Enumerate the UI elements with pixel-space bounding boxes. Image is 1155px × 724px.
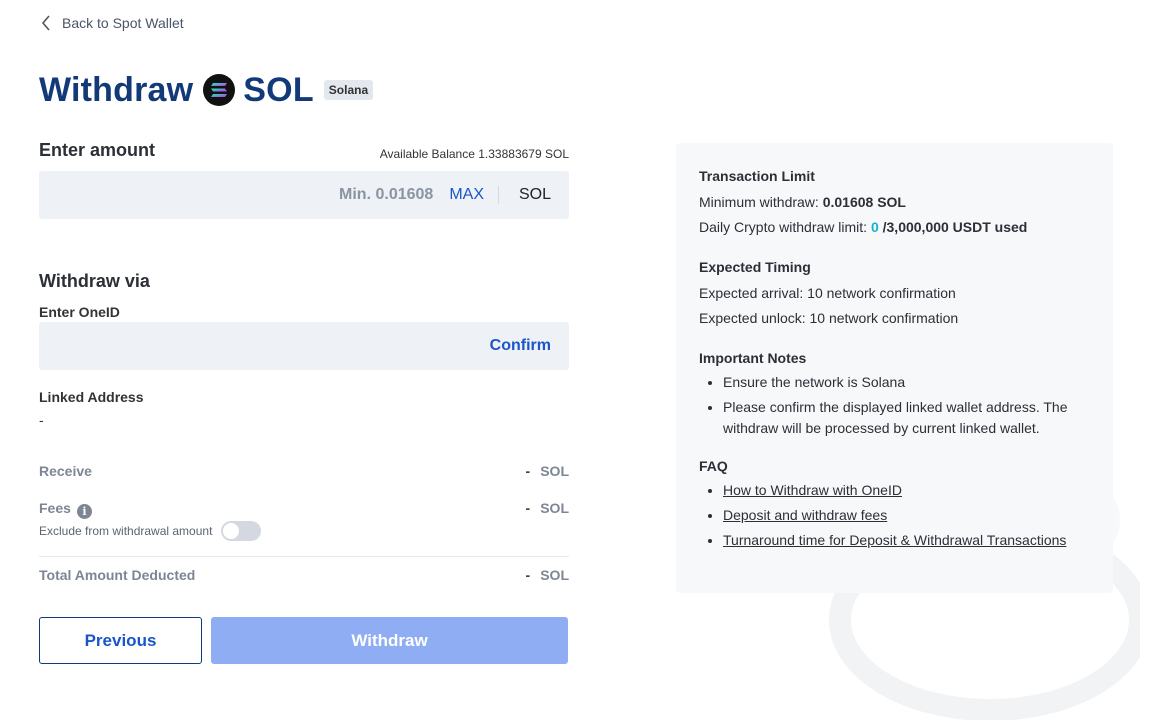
daily-limit: Daily Crypto withdraw limit: 0 /3,000,00… xyxy=(699,215,1090,240)
exclude-fee-label: Exclude from withdrawal amount xyxy=(39,524,213,538)
note-item: Ensure the network is Solana xyxy=(723,372,1090,393)
oneid-label: Enter OneID xyxy=(39,304,120,320)
linked-address-value: - xyxy=(39,412,44,428)
faq-item: Deposit and withdraw fees xyxy=(723,505,1090,526)
expected-timing-section: Expected Timing Expected arrival: 10 net… xyxy=(699,259,1090,331)
faq-section: FAQ How to Withdraw with OneID Deposit a… xyxy=(699,458,1090,551)
expected-arrival: Expected arrival: 10 network confirmatio… xyxy=(699,285,956,301)
receive-amount: - xyxy=(525,463,531,479)
total-amount: - xyxy=(525,567,531,583)
back-label: Back to Spot Wallet xyxy=(62,15,184,31)
min-value: 0.01608 SOL xyxy=(822,194,906,210)
min-label: Minimum withdraw: xyxy=(699,194,819,210)
oneid-field: Confirm xyxy=(39,322,569,370)
withdraw-button[interactable]: Withdraw xyxy=(211,617,568,664)
daily-total: /3,000,000 USDT used xyxy=(882,219,1028,235)
receive-label: Receive xyxy=(39,463,92,479)
faq-item: How to Withdraw with OneID xyxy=(723,480,1090,501)
confirm-button[interactable]: Confirm xyxy=(490,337,551,355)
amount-field: MAX SOL xyxy=(39,171,569,219)
expected-unlock: Expected unlock: 10 network confirmation xyxy=(699,310,959,326)
faq-title: FAQ xyxy=(699,458,728,474)
fees-label-wrap: Fees i xyxy=(39,500,92,519)
total-unit: SOL xyxy=(540,567,569,583)
page-title: Withdraw SOL Solana xyxy=(39,70,374,110)
available-balance: Available Balance 1.33883679 SOL xyxy=(380,147,569,161)
chain-tag: Solana xyxy=(323,80,374,100)
daily-label: Daily Crypto withdraw limit: xyxy=(699,219,868,235)
exclude-fee-row: Exclude from withdrawal amount xyxy=(39,521,262,541)
important-notes-section: Important Notes Ensure the network is So… xyxy=(699,350,1090,439)
faq-link-turnaround[interactable]: Turnaround time for Deposit & Withdrawal… xyxy=(723,532,1066,548)
daily-used: 0 xyxy=(870,219,879,235)
enter-amount-title: Enter amount xyxy=(39,140,156,160)
fees-row: Fees i - SOL xyxy=(39,500,569,519)
available-balance-value: 1.33883679 SOL xyxy=(478,147,569,161)
back-to-spot-wallet-link[interactable]: Back to Spot Wallet xyxy=(40,14,184,32)
divider xyxy=(39,556,569,557)
info-icon[interactable]: i xyxy=(76,504,92,519)
receive-unit: SOL xyxy=(540,463,569,479)
chevron-left-icon xyxy=(41,15,50,31)
faq-item: Turnaround time for Deposit & Withdrawal… xyxy=(723,530,1090,551)
fees-value: - SOL xyxy=(526,500,569,519)
fees-unit: SOL xyxy=(540,500,569,516)
solana-logo-icon xyxy=(203,74,236,106)
title-text: Withdraw xyxy=(39,70,194,109)
transaction-limit-title: Transaction Limit xyxy=(699,168,815,184)
notes-list: Ensure the network is Solana Please conf… xyxy=(699,372,1090,439)
oneid-input[interactable] xyxy=(39,322,490,370)
transaction-limit-section: Transaction Limit Minimum withdraw: 0.01… xyxy=(699,168,1090,240)
amount-input[interactable] xyxy=(39,171,450,219)
withdraw-form: Enter amount Available Balance 1.3388367… xyxy=(39,140,569,664)
previous-button[interactable]: Previous xyxy=(39,617,202,664)
important-notes-title: Important Notes xyxy=(699,350,807,366)
total-label: Total Amount Deducted xyxy=(39,567,196,583)
max-button[interactable]: MAX xyxy=(449,186,499,204)
info-panel: Transaction Limit Minimum withdraw: 0.01… xyxy=(676,143,1113,593)
available-balance-label: Available Balance xyxy=(379,147,475,161)
total-value: - SOL xyxy=(526,567,569,583)
fees-amount: - xyxy=(525,500,531,516)
faq-list: How to Withdraw with OneID Deposit and w… xyxy=(699,480,1090,551)
exclude-fee-toggle[interactable] xyxy=(221,521,262,541)
expected-timing-title: Expected Timing xyxy=(699,259,811,275)
receive-row: Receive - SOL xyxy=(39,463,569,479)
faq-link-fees[interactable]: Deposit and withdraw fees xyxy=(723,507,887,523)
coin-symbol: SOL xyxy=(243,70,314,109)
fees-label: Fees xyxy=(39,500,71,516)
note-item: Please confirm the displayed linked wall… xyxy=(723,397,1090,439)
withdraw-via-title: Withdraw via xyxy=(39,271,150,291)
linked-address-label: Linked Address xyxy=(39,389,144,405)
faq-link-how-to-withdraw[interactable]: How to Withdraw with OneID xyxy=(723,482,902,498)
minimum-withdraw: Minimum withdraw: 0.01608 SOL xyxy=(699,190,1090,215)
toggle-knob xyxy=(223,523,240,539)
receive-value: - SOL xyxy=(526,463,569,479)
total-row: Total Amount Deducted - SOL xyxy=(39,567,569,583)
amount-header: Enter amount Available Balance 1.3388367… xyxy=(39,140,569,161)
amount-unit: SOL xyxy=(518,186,551,203)
